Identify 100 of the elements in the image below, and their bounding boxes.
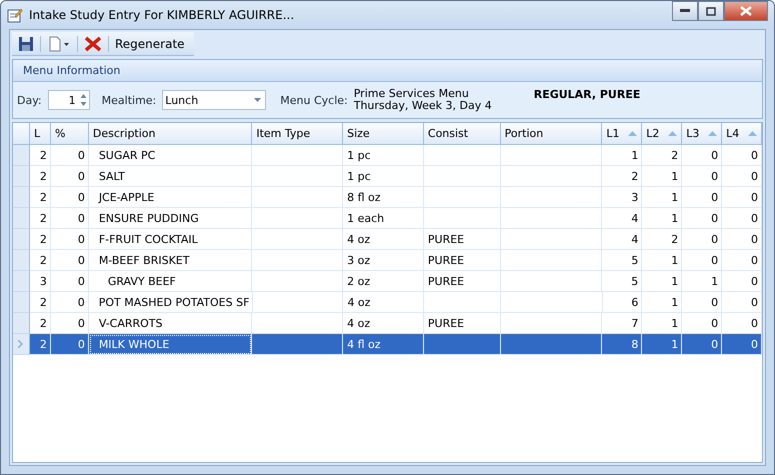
day-spinner[interactable]: 1 [48,90,90,110]
table-cell: 4 oz [347,296,370,308]
table-cell: 2 [671,148,678,162]
table-cell: 1 [631,148,638,162]
table-cell: 0 [78,148,85,162]
table-cell: SUGAR PC [98,148,156,162]
table-cell: 0 [78,296,85,308]
diet-text: REGULAR, PUREE [534,88,640,101]
column-header[interactable]: Size [343,123,424,144]
table-cell: JCE-APPLE [98,190,154,204]
table-row[interactable]: 2 0 V-CARROTS 4 oz PUREE 7 1 0 0 [13,313,762,334]
table-cell: 8 [631,338,638,350]
column-header[interactable]: L [30,123,51,144]
table-cell: 0 [711,316,718,330]
column-header[interactable]: Item Type [252,123,344,144]
table-cell: 0 [78,316,85,330]
column-header[interactable]: Consist [424,123,501,144]
table-cell: 4 oz [347,232,370,246]
table-cell: 1 [671,212,678,224]
table-cell: 0 [78,274,85,288]
table-cell: PUREE [428,254,464,266]
table-cell: 5 [631,254,638,266]
table-cell: 0 [751,232,758,246]
table-cell: PUREE [428,274,464,288]
table-cell: 2 [40,232,47,246]
table-cell: 0 [751,170,758,182]
table-cell: 5 [631,274,638,288]
maximize-button[interactable] [698,1,724,21]
table-cell: 0 [711,170,718,182]
table-cell: 4 [631,212,638,224]
window-title: Intake Study Entry For KIMBERLY AGUIRRE... [29,8,296,22]
table-cell: 2 [671,232,678,246]
dropdown-caret-icon [254,98,262,102]
current-row-icon [18,340,24,348]
table-cell: 1 pc [347,148,371,162]
mealtime-dropdown[interactable]: Lunch [162,90,266,110]
minimize-button[interactable] [672,1,698,21]
table-cell: 0 [711,338,718,350]
table-cell: PUREE [428,232,464,246]
menu-cycle-day: Thursday, Week 3, Day 4 [354,100,492,112]
table-cell: 4 [631,232,638,246]
spinner-arrows-icon [80,93,87,107]
table-cell: SALT [98,170,125,182]
table-cell: 0 [78,338,85,350]
table-cell: 0 [711,232,718,246]
table-cell: 1 each [347,212,384,224]
day-label: Day: [17,94,42,106]
table-row[interactable]: 3 0 GRAVY BEEF 2 oz PUREE 5 1 1 0 [13,271,762,292]
table-cell: 0 [711,296,718,308]
maximize-icon [706,6,716,16]
table-cell: 0 [78,212,85,224]
table-cell: 1 [711,274,718,288]
table-cell: PUREE [428,316,464,330]
minimize-icon [680,9,690,13]
table-cell: 0 [711,212,718,224]
table-cell: 1 [671,254,678,266]
table-cell: 1 [671,170,678,182]
table-row[interactable]: 2 0 MILK WHOLE 4 fl oz 8 1 0 0 [13,334,762,355]
table-row[interactable]: 2 0 SALT 1 pc 2 1 0 0 [13,166,762,187]
table-cell: GRAVY BEEF [108,274,176,288]
table-cell: 1 [671,338,678,350]
table-cell: 4 fl oz [347,338,381,350]
column-header[interactable]: % [50,123,89,144]
table-row[interactable]: 2 0 POT MASHED POTATOES SF 4 oz 6 1 0 0 [13,292,762,313]
close-button[interactable] [724,1,768,21]
table-cell: 0 [711,148,718,162]
regenerate-button[interactable]: Regenerate [113,34,187,54]
column-header[interactable]: L1 [602,123,642,144]
table-row[interactable]: 2 0 M-BEEF BRISKET 3 oz PUREE 5 1 0 0 [13,250,762,271]
table-cell: 7 [631,316,638,330]
table-cell: F-FRUIT COCKTAIL [98,232,198,246]
table-row[interactable]: 2 0 JCE-APPLE 8 fl oz 3 1 0 0 [13,187,762,208]
table-row[interactable]: 2 0 F-FRUIT COCKTAIL 4 oz PUREE 4 2 0 0 [13,229,762,250]
table-cell: 2 [40,338,47,350]
table-cell: 0 [751,254,758,266]
table-cell: 0 [751,338,758,350]
column-header[interactable]: L3 [682,123,722,144]
table-cell: 0 [711,254,718,266]
table-cell: 0 [78,170,85,182]
table-cell: 0 [751,148,758,162]
table-cell: 0 [751,296,758,308]
menu-cycle-label: Menu Cycle: [280,94,348,106]
table-cell: 2 [631,170,638,182]
column-header[interactable]: Portion [500,123,602,144]
table-cell: 1 [671,316,678,330]
menu-cycle-name: Prime Services Menu [354,88,470,100]
table-cell: 2 [40,170,47,182]
column-header[interactable]: L2 [642,123,682,144]
table-row[interactable]: 2 0 SUGAR PC 1 pc 1 2 0 0 [13,145,762,166]
table-cell: 4 oz [347,316,370,330]
table-cell: 1 [671,274,678,288]
column-header[interactable]: L4 [722,123,762,144]
table-cell: POT MASHED POTATOES SF [98,296,250,308]
table-cell: 2 oz [347,274,370,288]
table-row[interactable]: 2 0 ENSURE PUDDING 1 each 4 1 0 0 [13,208,762,229]
column-header[interactable]: Description [88,123,252,144]
notepad-icon [7,7,23,23]
table-cell: 8 fl oz [347,190,381,204]
table-cell: V-CARROTS [98,316,163,330]
table-cell: 0 [751,190,758,204]
